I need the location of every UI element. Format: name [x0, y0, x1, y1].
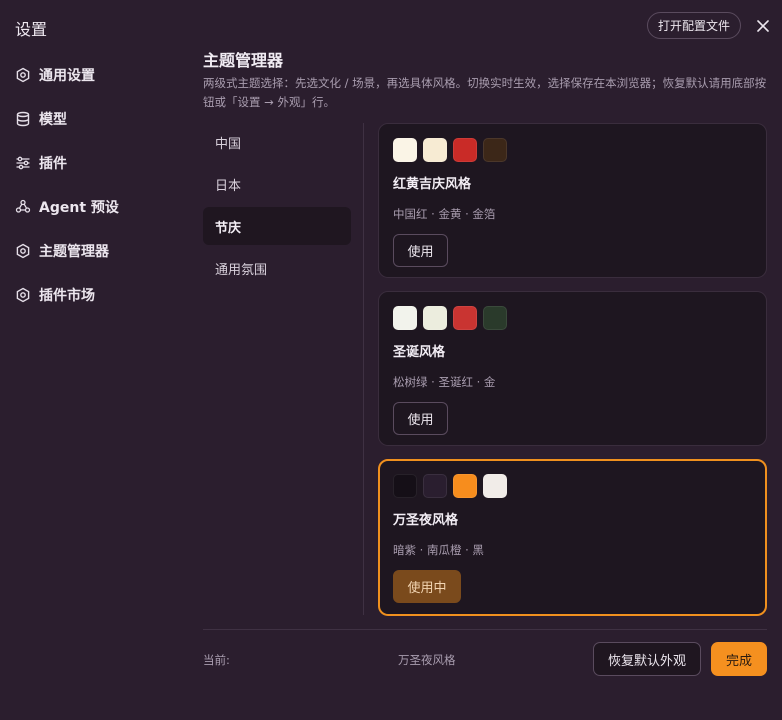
- current-theme-label: 当前:: [203, 653, 230, 667]
- color-swatch: [423, 138, 447, 162]
- sidebar-item-label: 模型: [39, 112, 67, 128]
- gear-icon: [15, 243, 31, 259]
- sliders-icon: [15, 155, 31, 171]
- in-use-button[interactable]: 使用中: [393, 570, 461, 603]
- theme-card: 红黄吉庆风格 中国红 · 金黄 · 金箔 使用: [378, 123, 767, 278]
- color-swatches: [393, 306, 752, 330]
- color-swatch: [423, 306, 447, 330]
- category-list: 中国 日本 节庆 通用氛围: [203, 123, 351, 291]
- theme-palette-description: 松树绿 · 圣诞红 · 金: [393, 375, 496, 389]
- theme-name: 红黄吉庆风格: [393, 177, 472, 192]
- current-theme-value: 万圣夜风格: [398, 653, 456, 667]
- color-swatch: [483, 138, 507, 162]
- sidebar-item-label: 通用设置: [39, 68, 95, 84]
- theme-name: 万圣夜风格: [393, 513, 459, 528]
- color-swatch: [483, 474, 507, 498]
- color-swatch: [393, 474, 417, 498]
- open-config-button[interactable]: 打开配置文件: [647, 12, 741, 39]
- sidebar-item-general[interactable]: 通用设置: [0, 53, 190, 97]
- agent-icon: [15, 199, 31, 215]
- settings-title: 设置: [15, 20, 48, 39]
- category-festival[interactable]: 节庆: [203, 207, 351, 245]
- use-theme-button[interactable]: 使用: [393, 402, 448, 435]
- theme-card-list: 红黄吉庆风格 中国红 · 金黄 · 金箔 使用 圣诞风格 松树绿 · 圣诞红 ·…: [378, 123, 767, 629]
- gear-icon: [15, 67, 31, 83]
- theme-palette-description: 中国红 · 金黄 · 金箔: [393, 207, 496, 221]
- sidebar-item-label: 插件市场: [39, 288, 95, 304]
- color-swatch: [483, 306, 507, 330]
- reset-default-button[interactable]: 恢复默认外观: [593, 642, 701, 676]
- category-china[interactable]: 中国: [203, 123, 351, 161]
- sidebar-item-models[interactable]: 模型: [0, 97, 190, 141]
- sidebar-item-plugins[interactable]: 插件: [0, 141, 190, 185]
- sidebar-item-agent-presets[interactable]: Agent 预设: [0, 185, 190, 229]
- sidebar-item-label: 主题管理器: [39, 244, 109, 260]
- theme-name: 圣诞风格: [393, 345, 446, 360]
- page-description: 两级式主题选择：先选文化 / 场景，再选具体风格。切换实时生效，选择保存在本浏览…: [203, 76, 767, 109]
- sidebar-item-label: Agent 预设: [39, 200, 119, 216]
- category-general-mood[interactable]: 通用氛围: [203, 249, 351, 287]
- sidebar-item-label: 插件: [39, 156, 67, 172]
- sidebar: 通用设置 模型 插件 Agent 预设 主题管理器 插件市场: [0, 53, 190, 317]
- gear-icon: [15, 287, 31, 303]
- database-icon: [15, 111, 31, 127]
- sidebar-item-plugin-market[interactable]: 插件市场: [0, 273, 190, 317]
- color-swatch: [453, 138, 477, 162]
- color-swatches: [393, 474, 752, 498]
- page-title: 主题管理器: [203, 51, 284, 70]
- color-swatch: [453, 474, 477, 498]
- color-swatch: [393, 306, 417, 330]
- theme-card: 圣诞风格 松树绿 · 圣诞红 · 金 使用: [378, 291, 767, 446]
- color-swatch: [453, 306, 477, 330]
- footer-divider: [203, 629, 767, 630]
- divider: [363, 123, 364, 615]
- color-swatch: [393, 138, 417, 162]
- category-japan[interactable]: 日本: [203, 165, 351, 203]
- done-button[interactable]: 完成: [711, 642, 767, 676]
- color-swatch: [423, 474, 447, 498]
- use-theme-button[interactable]: 使用: [393, 234, 448, 267]
- sidebar-item-theme-manager[interactable]: 主题管理器: [0, 229, 190, 273]
- theme-palette-description: 暗紫 · 南瓜橙 · 黑: [393, 543, 484, 557]
- close-icon[interactable]: [752, 15, 774, 37]
- theme-card-active: 万圣夜风格 暗紫 · 南瓜橙 · 黑 使用中: [378, 459, 767, 616]
- color-swatches: [393, 138, 752, 162]
